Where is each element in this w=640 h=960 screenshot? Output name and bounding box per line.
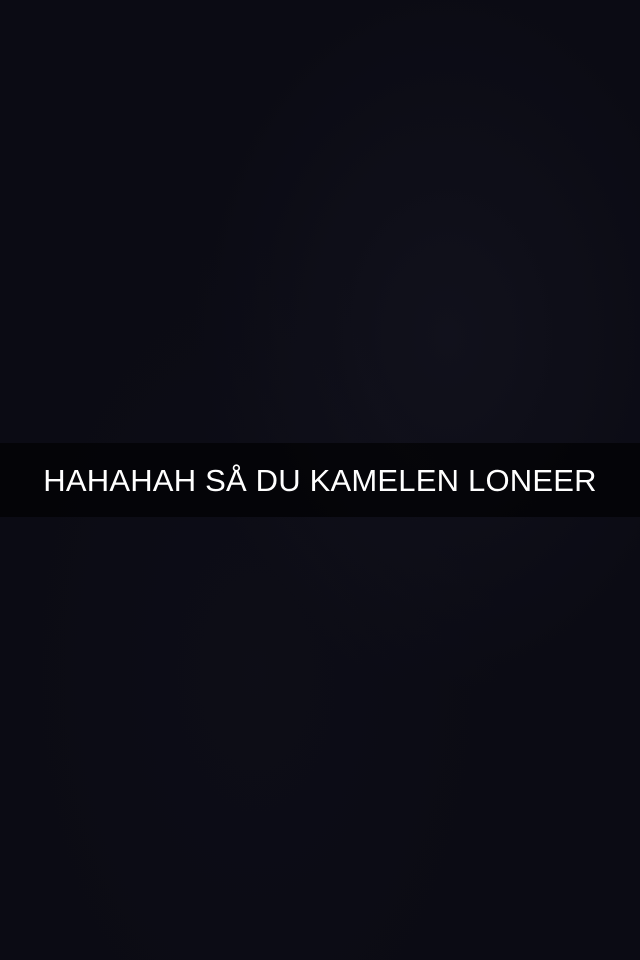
caption-text: HAHAHAH SÅ DU KAMELEN LONEER	[43, 462, 597, 498]
caption-bar: HAHAHAH SÅ DU KAMELEN LONEER	[0, 443, 640, 517]
